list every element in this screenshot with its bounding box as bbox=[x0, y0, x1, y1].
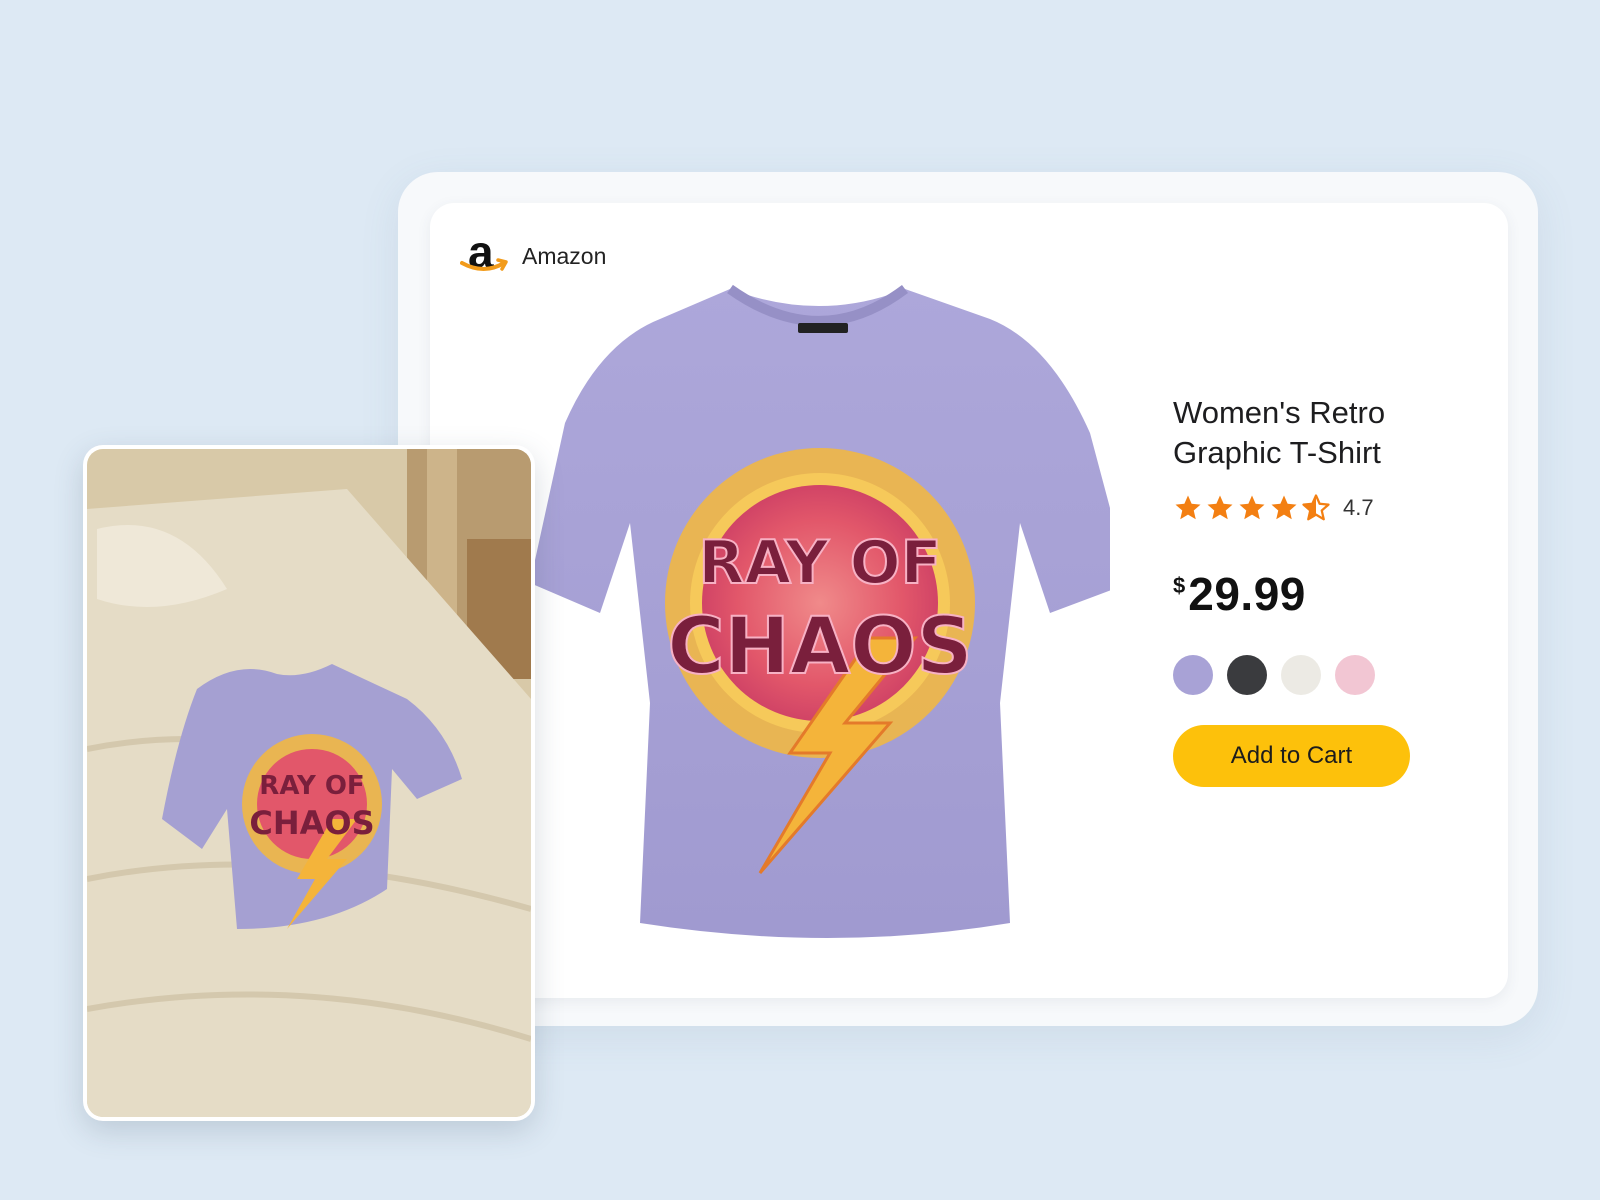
amazon-smile-icon bbox=[460, 258, 508, 271]
graphic-text-line-2: CHAOS bbox=[667, 602, 972, 692]
product-card: a Amazon RAY OF CHAOS Women's Retro Grap… bbox=[430, 203, 1508, 998]
photo-graphic-text-2: CHAOS bbox=[249, 804, 374, 842]
color-swatch-cream[interactable] bbox=[1281, 655, 1321, 695]
star-icon bbox=[1175, 495, 1201, 520]
price-amount: 29.99 bbox=[1188, 568, 1306, 620]
color-swatch-charcoal[interactable] bbox=[1227, 655, 1267, 695]
rating-value: 4.7 bbox=[1343, 495, 1374, 520]
brand-name: Amazon bbox=[522, 242, 607, 269]
price-currency: $ bbox=[1173, 573, 1186, 598]
amazon-logo-icon: a bbox=[458, 226, 514, 283]
add-to-cart-button[interactable]: Add to Cart bbox=[1173, 725, 1410, 787]
half-star-icon bbox=[1302, 494, 1330, 521]
star-icon bbox=[1239, 495, 1265, 520]
photo-graphic-text-1: RAY OF bbox=[259, 771, 364, 801]
t-shirt-on-bed-photo[interactable]: RAY OF CHAOS bbox=[87, 449, 531, 1117]
product-image[interactable]: RAY OF CHAOS bbox=[530, 283, 1110, 953]
product-info: Women's Retro Graphic T-Shirt 4.7 $ 29.9… bbox=[1173, 393, 1473, 787]
rating[interactable]: 4.7 bbox=[1173, 493, 1473, 523]
brand-header: a Amazon bbox=[458, 226, 607, 283]
color-swatch-pink[interactable] bbox=[1335, 655, 1375, 695]
color-swatches bbox=[1173, 655, 1473, 695]
product-title: Women's Retro Graphic T-Shirt bbox=[1173, 395, 1386, 470]
graphic-text-line-1: RAY OF bbox=[698, 528, 941, 598]
price: $ 29.99 bbox=[1173, 567, 1473, 621]
color-swatch-lavender[interactable] bbox=[1173, 655, 1213, 695]
star-icon bbox=[1207, 495, 1233, 520]
star-icon bbox=[1271, 495, 1297, 520]
shirt-label bbox=[798, 323, 848, 333]
lifestyle-photo-card: RAY OF CHAOS bbox=[83, 445, 535, 1121]
